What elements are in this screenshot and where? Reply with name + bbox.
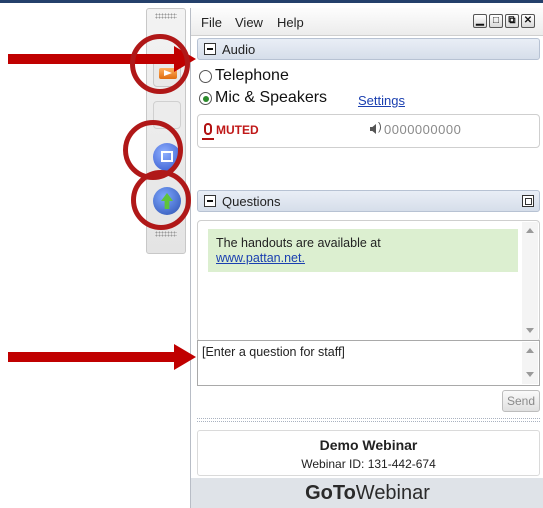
message-text: The handouts are available at bbox=[216, 236, 381, 250]
muted-status: MUTED bbox=[216, 123, 259, 137]
popout-icon[interactable] bbox=[522, 195, 534, 207]
scroll-up-icon[interactable] bbox=[526, 348, 534, 353]
send-button[interactable]: Send bbox=[502, 390, 540, 412]
audio-status-box: MUTED ) 0000000000 bbox=[197, 114, 540, 148]
audio-level-meter: 0000000000 bbox=[384, 122, 462, 137]
annotation-circle-webinar-button bbox=[131, 170, 191, 230]
resize-divider[interactable] bbox=[197, 418, 540, 422]
grab-handle-bottom[interactable] bbox=[155, 231, 177, 237]
webinar-name: Demo Webinar bbox=[319, 437, 418, 453]
audio-title: Audio bbox=[222, 42, 256, 57]
questions-log: The handouts are available at www.pattan… bbox=[197, 220, 540, 342]
scroll-down-icon[interactable] bbox=[526, 328, 534, 333]
menu-view[interactable]: View bbox=[235, 15, 263, 30]
questions-scrollbar[interactable] bbox=[522, 222, 538, 340]
message-link[interactable]: www.pattan.net. bbox=[216, 251, 305, 265]
gotowebinar-panel: File View Help ▁ □ ⧉ ✕ Audio Telephone M… bbox=[190, 8, 543, 508]
telephone-radio[interactable] bbox=[199, 70, 212, 83]
input-scrollbar[interactable] bbox=[522, 342, 538, 384]
speaker-waves-icon: ) bbox=[378, 121, 382, 133]
brand-webinar: Webinar bbox=[355, 482, 430, 504]
annotation-arrow-bottom bbox=[8, 344, 196, 370]
collapse-icon[interactable] bbox=[204, 43, 216, 55]
mic-speakers-radio[interactable] bbox=[199, 92, 212, 105]
mic-icon[interactable] bbox=[202, 123, 214, 140]
speaker-icon bbox=[370, 124, 376, 134]
grab-handle[interactable] bbox=[155, 13, 177, 19]
menu-file[interactable]: File bbox=[201, 15, 222, 30]
scroll-up-icon[interactable] bbox=[526, 228, 534, 233]
settings-link[interactable]: Settings bbox=[358, 93, 405, 108]
scroll-down-icon[interactable] bbox=[526, 372, 534, 377]
questions-title: Questions bbox=[222, 194, 281, 209]
telephone-label: Telephone bbox=[215, 67, 289, 84]
audio-section-header[interactable]: Audio bbox=[197, 38, 540, 60]
gotowebinar-logo: GoToWebinar bbox=[191, 478, 543, 508]
question-input-placeholder: [Enter a question for staff] bbox=[202, 345, 345, 359]
minimize-button[interactable]: ▁ bbox=[473, 14, 487, 28]
menu-help[interactable]: Help bbox=[277, 15, 304, 30]
restore-button[interactable]: □ bbox=[489, 14, 503, 28]
annotation-circle-arrow-button bbox=[130, 34, 190, 94]
webinar-id: Webinar ID: 131-442-674 bbox=[301, 457, 436, 471]
top-border bbox=[0, 0, 543, 3]
collapse-icon[interactable] bbox=[204, 195, 216, 207]
webinar-info: Demo Webinar Webinar ID: 131-442-674 bbox=[197, 430, 540, 476]
brand-goto: GoTo bbox=[305, 482, 356, 504]
mic-speakers-label: Mic & Speakers bbox=[215, 89, 328, 106]
menu-bar: File View Help ▁ □ ⧉ ✕ bbox=[191, 8, 543, 36]
popout-button[interactable]: ⧉ bbox=[505, 14, 519, 28]
questions-section-header[interactable]: Questions bbox=[197, 190, 540, 212]
staff-message: The handouts are available at www.pattan… bbox=[208, 229, 518, 272]
question-input[interactable]: [Enter a question for staff] bbox=[197, 340, 540, 386]
close-button[interactable]: ✕ bbox=[521, 14, 535, 28]
